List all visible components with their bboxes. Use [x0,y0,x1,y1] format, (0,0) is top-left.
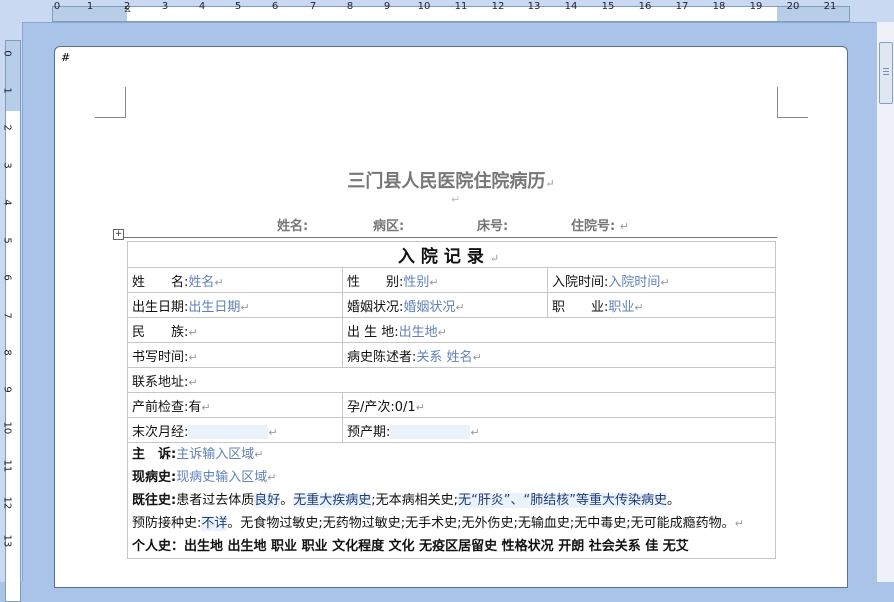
document-page[interactable]: # 三门县人民医院住院病历↵ ↵ 姓名: 病区: 床号: 住院号: ↵ + 入院… [54,46,848,588]
ruler-number: 5 [234,1,242,12]
address-cell[interactable]: 联系地址:↵ [126,367,777,393]
prenatal-cell[interactable]: 产前检查:有↵ [127,392,343,418]
ruler-number: 15 [601,1,615,12]
ethnic-cell[interactable]: 民 族:↵ [127,317,343,343]
birth-date-cell[interactable]: 出生日期:出生日期↵ [127,292,343,318]
gravida-para-cell[interactable]: 孕/产次:0/1↵ [341,392,777,418]
horizontal-ruler[interactable]: 0 1 2 3 4 5 6 7 8 9 10 11 12 13 14 15 16 17 18 19 20 21 ⧖ [0,0,894,23]
history-cell[interactable]: 主 诉:主诉输入区域↵ 现病史:现病史输入区域↵ 既往史:患者过去体质良好。无重… [126,442,777,559]
ruler-number: 21 [823,1,837,12]
ruler-number: 9 [1,386,13,393]
ruler-number: 18 [712,1,726,12]
ruler-number: 17 [675,1,689,12]
ruler-number: 3 [161,1,169,12]
ruler-number: 7 [1,312,13,319]
ruler-number: 14 [564,1,578,12]
name-cell[interactable]: 姓 名:姓名↵ [127,267,343,293]
lmp-cell[interactable]: 末次月经: ↵ [127,417,343,443]
ruler-number: 0 [53,1,61,12]
indent-marker-icon[interactable]: ⧖ [124,4,131,15]
record-title[interactable]: 入院记录↵ [126,241,777,268]
ruler-number: 0 [1,50,13,57]
vaccination-line[interactable]: 预防接种史:不详。无食物过敏史;无药物过敏史;无手术史;无外伤史;无输血史;无中… [132,512,771,535]
ruler-number: 5 [1,237,13,244]
ruler-number: 7 [309,1,317,12]
ruler-number: 20 [786,1,800,12]
ruler-number: 8 [346,1,354,12]
edc-input-field[interactable] [390,425,471,439]
admission-number-label: 住院号: ↵ [571,219,629,234]
horizontal-ruler-strip [52,6,850,22]
ruler-number: 4 [1,199,13,206]
ruler-number: 4 [198,1,206,12]
write-time-cell[interactable]: 书写时间:↵ [127,342,343,368]
job-cell[interactable]: 职 业:职业↵ [546,292,777,318]
ruler-number: 6 [1,274,13,281]
birthplace-cell[interactable]: 出 生 地:出生地↵ [341,317,777,343]
ruler-number: 16 [638,1,652,12]
ruler-number: 12 [1,496,13,510]
lmp-input-field[interactable] [188,425,269,439]
header-rule [115,237,777,238]
ruler-number: 11 [1,459,13,473]
vertical-scrollbar[interactable] [876,22,894,582]
ruler-number: 9 [383,1,391,12]
ruler-number: 12 [491,1,505,12]
marital-cell[interactable]: 婚姻状况:婚姻状况↵ [342,292,548,318]
narrator-cell[interactable]: 病史陈述者:关系 姓名↵ [341,342,777,368]
ruler-number: 1 [1,87,13,94]
scrollbar-thumb[interactable] [879,42,893,104]
paragraph-mark-icon: ↵ [451,193,461,206]
ruler-number: 10 [417,1,431,12]
personal-history-line[interactable]: 个人史：出生地 出生地 职业 职业 文化程度 文化 无疫区居留史 性格状况 开朗… [132,535,771,558]
ruler-number: 13 [1,534,13,548]
present-illness-line[interactable]: 现病史:现病史输入区域↵ [132,466,771,489]
edc-cell[interactable]: 预产期: ↵ [341,417,777,443]
ruler-number: 13 [527,1,541,12]
sex-cell[interactable]: 性 别:性别↵ [342,267,548,293]
ruler-number: 10 [1,421,13,435]
ruler-number: 11 [454,1,468,12]
bed-label: 床号: [477,219,509,234]
admission-record-table: 入院记录↵ 姓 名:姓名↵ 性 别:性别↵ 入院时间:入院时间↵ 出生日期:出生… [126,241,777,559]
page-marker: # [61,51,71,64]
ruler-number: 2 [1,124,13,131]
ruler-number: 19 [749,1,763,12]
past-history-line[interactable]: 既往史:患者过去体质良好。无重大疾病史;无本病相关史;无“肝炎”、“肺结核”等重… [132,489,771,512]
hospital-title[interactable]: 三门县人民医院住院病历↵ [55,167,847,193]
admit-time-cell[interactable]: 入院时间:入院时间↵ [546,267,777,293]
chief-complaint-line[interactable]: 主 诉:主诉输入区域↵ [132,444,771,467]
ruler-number: 1 [86,1,94,12]
ruler-number: 6 [271,1,279,12]
ruler-number: 8 [1,349,13,356]
ward-label: 病区: [373,219,405,234]
margin-corner-right [777,87,808,118]
ruler-number: 3 [1,162,13,169]
vertical-ruler[interactable]: 0 1 2 3 4 5 6 7 8 9 10 11 12 13 [0,22,23,602]
patient-name-label: 姓名: [277,219,309,234]
table-move-handle-icon[interactable]: + [113,229,124,240]
margin-corner-left [95,87,126,118]
